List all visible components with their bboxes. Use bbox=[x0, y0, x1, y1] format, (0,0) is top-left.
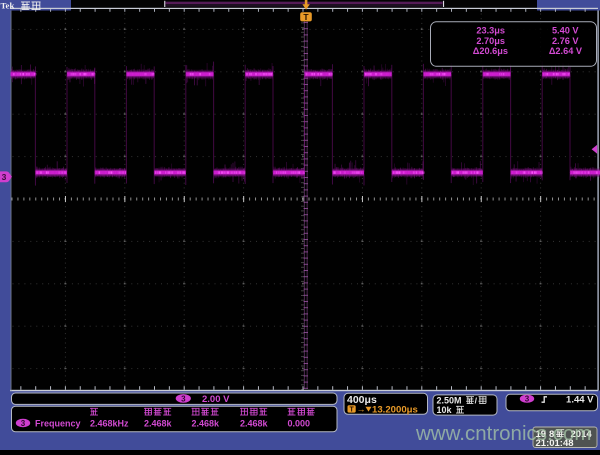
svg-text:5.40 V: 5.40 V bbox=[552, 26, 579, 36]
svg-text:2.468k: 2.468k bbox=[192, 419, 221, 429]
svg-text:13.2000μs: 13.2000μs bbox=[372, 405, 418, 416]
svg-text:10k: 10k bbox=[437, 405, 453, 415]
svg-text:2.00 V: 2.00 V bbox=[202, 394, 230, 405]
svg-text:T: T bbox=[349, 407, 354, 414]
svg-text:3: 3 bbox=[21, 419, 26, 428]
svg-text:2.50M: 2.50M bbox=[437, 396, 462, 406]
svg-text:Tek: Tek bbox=[1, 0, 15, 10]
svg-text:23.3μs: 23.3μs bbox=[476, 26, 505, 36]
svg-text:Δ20.6μs: Δ20.6μs bbox=[473, 46, 508, 56]
svg-text:0.000: 0.000 bbox=[288, 419, 311, 429]
svg-text:3: 3 bbox=[2, 172, 7, 182]
svg-text:2.468kHz: 2.468kHz bbox=[90, 419, 129, 429]
svg-text:2.468k: 2.468k bbox=[144, 419, 173, 429]
svg-text:www.cntronics.com: www.cntronics.com bbox=[415, 422, 591, 445]
svg-text:T: T bbox=[303, 12, 309, 22]
svg-text:2.76 V: 2.76 V bbox=[552, 36, 579, 46]
svg-text:3: 3 bbox=[525, 395, 530, 404]
svg-text:3: 3 bbox=[181, 395, 186, 404]
svg-text:2.468k: 2.468k bbox=[240, 419, 269, 429]
svg-text:Frequency: Frequency bbox=[35, 419, 81, 429]
svg-text:1.44 V: 1.44 V bbox=[566, 395, 594, 406]
svg-text:Δ2.64 V: Δ2.64 V bbox=[549, 46, 583, 56]
svg-text:2.70μs: 2.70μs bbox=[476, 36, 505, 46]
svg-text:→: → bbox=[357, 404, 366, 414]
